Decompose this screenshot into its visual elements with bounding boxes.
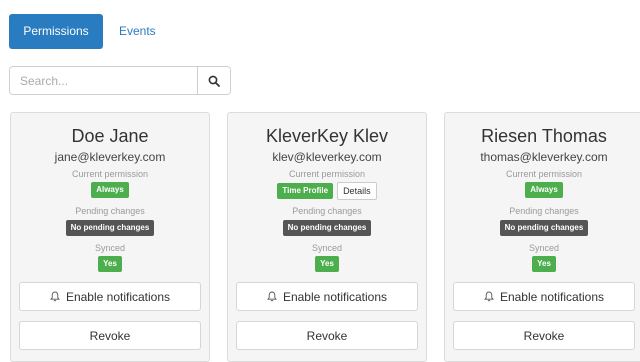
user-email: klev@kleverkey.com [272,150,382,164]
user-name: KleverKey Klev [265,126,389,146]
tab-bar: Permissions Events [9,14,168,49]
user-email: thomas@kleverkey.com [480,150,608,164]
search-icon [208,75,220,87]
user-email: jane@kleverkey.com [54,150,166,164]
enable-notifications-button[interactable]: Enable notifications [453,282,635,311]
pending-changes-row: No pending changes [228,220,426,236]
tab-permissions[interactable]: Permissions [9,14,103,49]
current-permission-row: Always [11,182,209,198]
current-permission-label: Current permission [505,169,583,179]
current-permission-row: Time Profile Details [228,182,426,200]
pending-changes-row: No pending changes [445,220,640,236]
user-name: Doe Jane [71,126,149,146]
pending-changes-label: Pending changes [292,206,362,216]
search-box [9,66,231,95]
synced-label: Synced [528,243,560,253]
revoke-button[interactable]: Revoke [19,321,201,350]
pending-badge: No pending changes [282,220,372,236]
synced-row: Yes [228,256,426,272]
user-card: Doe Jane jane@kleverkey.com Current perm… [10,112,210,362]
synced-badge: Yes [98,256,122,272]
enable-notifications-button[interactable]: Enable notifications [19,282,201,311]
search-input[interactable] [10,67,197,94]
enable-notifications-label: Enable notifications [499,289,605,304]
pending-badge: No pending changes [65,220,155,236]
user-card: Riesen Thomas thomas@kleverkey.com Curre… [444,112,640,362]
synced-row: Yes [445,256,640,272]
enable-notifications-button[interactable]: Enable notifications [236,282,418,311]
user-name: Riesen Thomas [481,126,607,146]
synced-badge: Yes [532,256,556,272]
tab-events[interactable]: Events [107,14,168,49]
permission-badge: Always [525,182,563,198]
details-button[interactable]: Details [337,182,377,200]
enable-notifications-label: Enable notifications [65,289,171,304]
permission-badge: Always [91,182,129,198]
bell-icon [49,291,60,302]
search-button[interactable] [197,67,230,94]
permission-badge: Time Profile [277,183,334,199]
bell-icon [483,291,494,302]
current-permission-label: Current permission [288,169,366,179]
current-permission-row: Always [445,182,640,198]
synced-badge: Yes [315,256,339,272]
pending-changes-label: Pending changes [509,206,579,216]
revoke-button[interactable]: Revoke [453,321,635,350]
pending-badge: No pending changes [499,220,589,236]
pending-changes-row: No pending changes [11,220,209,236]
enable-notifications-label: Enable notifications [282,289,388,304]
current-permission-label: Current permission [71,169,149,179]
revoke-button[interactable]: Revoke [236,321,418,350]
user-card: KleverKey Klev klev@kleverkey.com Curren… [227,112,427,362]
pending-changes-label: Pending changes [75,206,145,216]
bell-icon [266,291,277,302]
synced-label: Synced [311,243,343,253]
synced-row: Yes [11,256,209,272]
synced-label: Synced [94,243,126,253]
